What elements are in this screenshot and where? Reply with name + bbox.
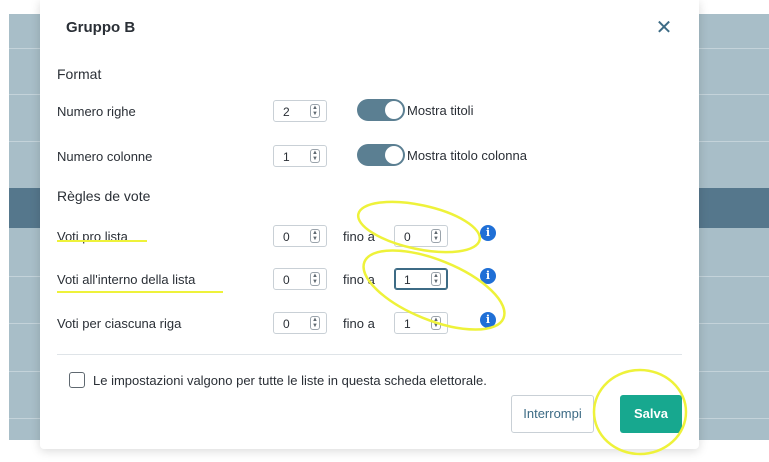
cancel-button[interactable]: Interrompi (511, 395, 594, 433)
range-connector: fino a (343, 272, 375, 287)
votes-within-list-label: Voti all'interno della lista (57, 272, 196, 287)
votes-per-list-max-stepper[interactable]: 0 ▲ ▼ (394, 225, 448, 247)
rows-count-label: Numero righe (57, 104, 136, 119)
apply-to-all-label: Le impostazioni valgono per tutte le lis… (93, 373, 487, 388)
votes-per-list-min-stepper[interactable]: 0 ▲ ▼ (273, 225, 327, 247)
format-heading: Format (57, 66, 102, 82)
show-column-title-label: Mostra titolo colonna (407, 148, 527, 163)
info-icon[interactable]: i (480, 268, 496, 284)
stepper-arrows-icon[interactable]: ▲ ▼ (310, 104, 320, 118)
info-icon[interactable]: i (480, 312, 496, 328)
columns-count-label: Numero colonne (57, 149, 153, 164)
show-titles-toggle[interactable] (357, 99, 405, 121)
rows-count-value: 2 (283, 105, 290, 119)
stepper-arrows-icon[interactable]: ▲ ▼ (431, 316, 441, 330)
stepper-arrows-icon[interactable]: ▲ ▼ (431, 229, 441, 243)
votes-per-row-min-stepper[interactable]: 0 ▲ ▼ (273, 312, 327, 334)
votes-per-row-max-stepper[interactable]: 1 ▲ ▼ (394, 312, 448, 334)
votes-within-list-min-stepper[interactable]: 0 ▲ ▼ (273, 268, 327, 290)
stepper-arrows-icon[interactable]: ▲ ▼ (431, 272, 441, 286)
range-connector: fino a (343, 229, 375, 244)
votes-within-list-max-stepper[interactable]: 1 ▲ ▼ (394, 268, 448, 290)
rows-count-stepper[interactable]: 2 ▲ ▼ (273, 100, 327, 122)
save-button[interactable]: Salva (620, 395, 682, 433)
columns-count-value: 1 (283, 150, 290, 164)
close-icon[interactable]: ✕ (654, 18, 674, 38)
toggle-knob (385, 146, 403, 164)
show-column-title-toggle[interactable] (357, 144, 405, 166)
range-connector: fino a (343, 316, 375, 331)
toggle-knob (385, 101, 403, 119)
stepper-arrows-icon[interactable]: ▲ ▼ (310, 316, 320, 330)
stepper-arrows-icon[interactable]: ▲ ▼ (310, 229, 320, 243)
stepper-arrows-icon[interactable]: ▲ ▼ (310, 149, 320, 163)
votes-per-list-min-value: 0 (283, 230, 290, 244)
votes-within-list-min-value: 0 (283, 273, 290, 287)
votes-per-row-min-value: 0 (283, 317, 290, 331)
votes-per-list-max-value: 0 (404, 230, 411, 244)
show-titles-label: Mostra titoli (407, 103, 474, 118)
voting-rules-heading: Règles de vote (57, 188, 151, 204)
votes-per-row-max-value: 1 (404, 317, 411, 331)
annotation-underline (57, 291, 223, 293)
info-icon[interactable]: i (480, 225, 496, 241)
columns-count-stepper[interactable]: 1 ▲ ▼ (273, 145, 327, 167)
annotation-underline (57, 240, 147, 242)
votes-within-list-max-value: 1 (404, 273, 411, 287)
dialog-title: Gruppo B (66, 19, 136, 36)
apply-to-all-checkbox[interactable] (69, 372, 85, 388)
group-settings-dialog: Gruppo B ✕ Format Numero righe 2 ▲ ▼ Most… (40, 0, 699, 449)
votes-per-row-label: Voti per ciascuna riga (57, 316, 182, 331)
footer-divider (57, 354, 682, 355)
stepper-arrows-icon[interactable]: ▲ ▼ (310, 272, 320, 286)
